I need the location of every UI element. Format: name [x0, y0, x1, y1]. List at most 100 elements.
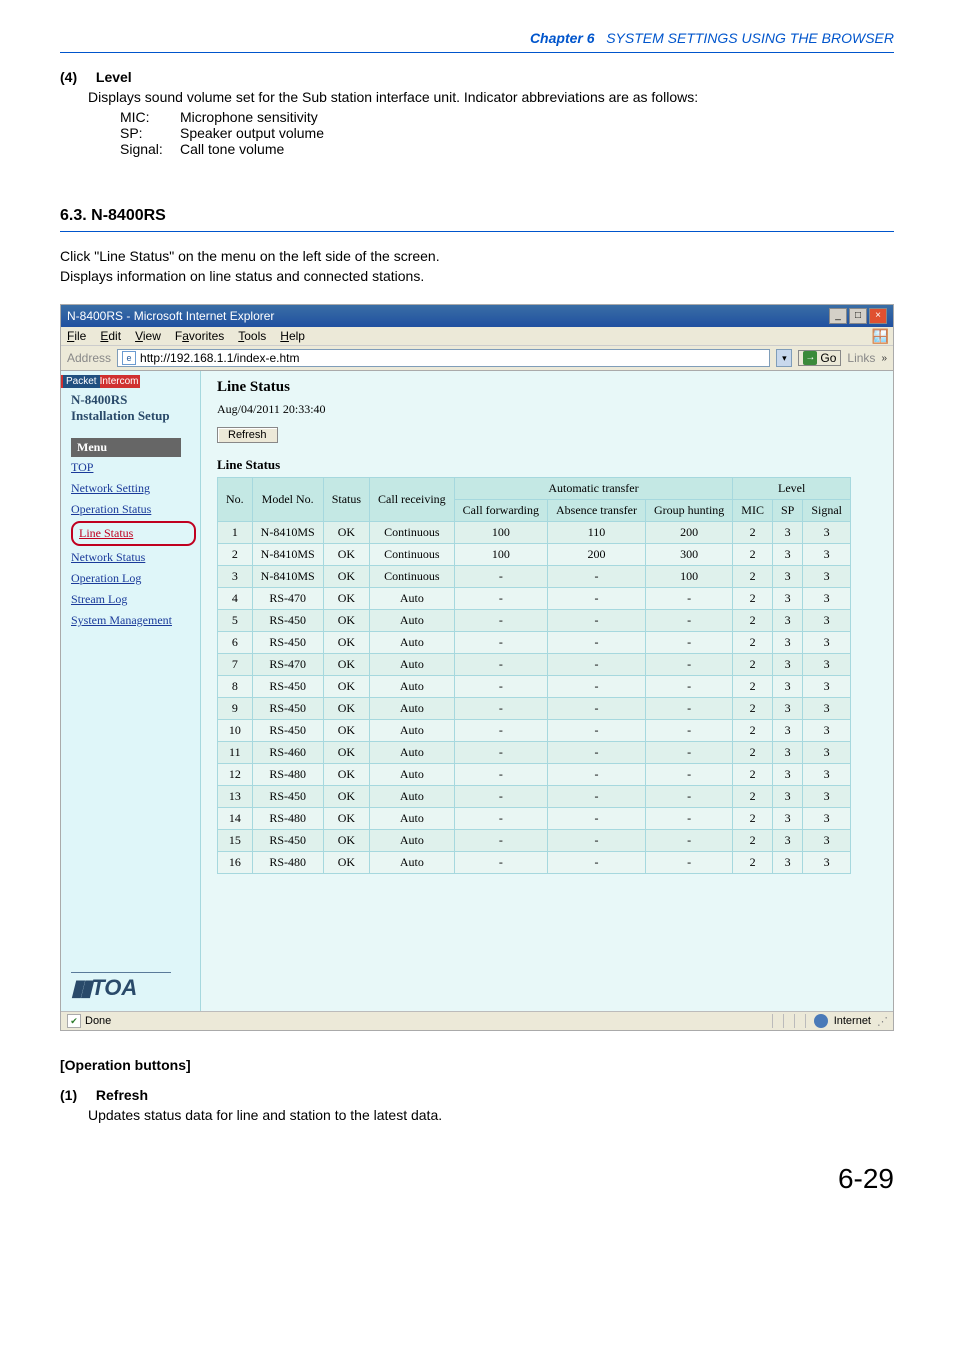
sidebar-item-network-setting[interactable]: Network Setting	[71, 481, 196, 496]
table-cell: Continuous	[370, 566, 455, 588]
window-controls: _ □ ×	[829, 308, 887, 324]
table-cell: 15	[218, 830, 253, 852]
menu-file[interactable]: File	[67, 329, 86, 343]
table-cell: -	[645, 720, 732, 742]
table-cell: Auto	[370, 632, 455, 654]
packet-intercom-banner: PacketIntercom	[61, 375, 140, 388]
table-cell: -	[547, 742, 645, 764]
table-cell: 110	[547, 522, 645, 544]
status-done: Done	[85, 1015, 111, 1027]
table-cell: RS-450	[252, 676, 323, 698]
def-val: Call tone volume	[180, 141, 284, 157]
table-cell: -	[645, 610, 732, 632]
table-cell: -	[454, 764, 547, 786]
table-cell: OK	[323, 830, 369, 852]
minimize-button[interactable]: _	[829, 308, 847, 324]
table-cell: 2	[733, 588, 773, 610]
table-row: 16RS-480OKAuto---233	[218, 852, 851, 874]
table-cell: OK	[323, 654, 369, 676]
sidebar-item-stream-log[interactable]: Stream Log	[71, 592, 196, 607]
table-cell: OK	[323, 720, 369, 742]
table-cell: -	[547, 566, 645, 588]
def-val: Speaker output volume	[180, 125, 324, 141]
sidebar-item-top[interactable]: TOP	[71, 460, 196, 475]
table-cell: 100	[454, 522, 547, 544]
table-row: 5RS-450OKAuto---233	[218, 610, 851, 632]
table-cell: RS-480	[252, 764, 323, 786]
table-cell: 3	[772, 742, 802, 764]
table-cell: 3	[772, 544, 802, 566]
close-button[interactable]: ×	[869, 308, 887, 324]
menu-edit[interactable]: Edit	[100, 329, 121, 343]
menubar: File Edit View Favorites Tools Help 🪟	[61, 327, 893, 346]
table-cell: 200	[547, 544, 645, 566]
table-cell: 7	[218, 654, 253, 676]
table-cell: -	[454, 830, 547, 852]
table-cell: 3	[803, 764, 851, 786]
menu-tools[interactable]: Tools	[238, 329, 266, 343]
section-divider	[60, 231, 894, 232]
table-cell: 2	[733, 544, 773, 566]
table-cell: Auto	[370, 786, 455, 808]
table-cell: 300	[645, 544, 732, 566]
table-cell: -	[454, 742, 547, 764]
table-cell: -	[645, 830, 732, 852]
chapter-title: SYSTEM SETTINGS USING THE BROWSER	[606, 30, 894, 46]
links-chevron-icon[interactable]: »	[881, 353, 887, 364]
table-cell: RS-470	[252, 654, 323, 676]
go-button[interactable]: → Go	[798, 350, 841, 366]
table-cell: Auto	[370, 764, 455, 786]
maximize-button[interactable]: □	[849, 308, 867, 324]
sidebar-item-line-status-highlight: Line Status	[71, 521, 196, 546]
table-cell: -	[645, 742, 732, 764]
titlebar: N-8400RS - Microsoft Internet Explorer _…	[61, 305, 893, 327]
table-cell: -	[547, 830, 645, 852]
col-signal: Signal	[803, 500, 851, 522]
table-cell: -	[547, 808, 645, 830]
table-cell: -	[454, 566, 547, 588]
col-level: Level	[733, 478, 851, 500]
refresh-num: (1)	[60, 1087, 92, 1103]
table-cell: Auto	[370, 852, 455, 874]
table-cell: -	[454, 588, 547, 610]
menu-favorites[interactable]: Favorites	[175, 329, 224, 343]
table-cell: OK	[323, 764, 369, 786]
table-cell: Auto	[370, 720, 455, 742]
go-label: Go	[820, 351, 836, 365]
table-cell: -	[645, 654, 732, 676]
table-cell: -	[645, 808, 732, 830]
addressbar: Address e http://192.168.1.1/index-e.htm…	[61, 346, 893, 371]
refresh-button[interactable]: Refresh	[217, 427, 278, 443]
url-text: http://192.168.1.1/index-e.htm	[140, 351, 299, 365]
sidebar-item-network-status[interactable]: Network Status	[71, 550, 196, 565]
page-icon: e	[122, 351, 136, 365]
table-cell: Auto	[370, 610, 455, 632]
sidebar-install-title: Installation Setup	[71, 408, 196, 424]
menu-view[interactable]: View	[135, 329, 161, 343]
table-cell: 3	[772, 654, 802, 676]
sidebar-item-operation-log[interactable]: Operation Log	[71, 571, 196, 586]
def-val: Microphone sensitivity	[180, 109, 318, 125]
table-cell: -	[645, 588, 732, 610]
table-cell: RS-470	[252, 588, 323, 610]
table-cell: 100	[454, 544, 547, 566]
table-cell: 3	[803, 852, 851, 874]
sidebar-item-operation-status[interactable]: Operation Status	[71, 502, 196, 517]
address-dropdown[interactable]: ▾	[776, 349, 792, 367]
table-cell: OK	[323, 786, 369, 808]
table-cell: -	[454, 720, 547, 742]
table-cell: -	[547, 764, 645, 786]
table-cell: 3	[772, 522, 802, 544]
table-cell: 3	[803, 698, 851, 720]
address-input[interactable]: e http://192.168.1.1/index-e.htm	[117, 349, 770, 367]
col-absence-transfer: Absence transfer	[547, 500, 645, 522]
sidebar-item-system-management[interactable]: System Management	[71, 613, 196, 628]
sidebar-item-line-status[interactable]: Line Status	[75, 526, 137, 541]
menu-help[interactable]: Help	[280, 329, 305, 343]
col-auto-transfer: Automatic transfer	[454, 478, 733, 500]
table-cell: RS-450	[252, 720, 323, 742]
table-row: 4RS-470OKAuto---233	[218, 588, 851, 610]
table-cell: Auto	[370, 830, 455, 852]
table-subheading: Line Status	[217, 457, 883, 473]
table-cell: Auto	[370, 654, 455, 676]
